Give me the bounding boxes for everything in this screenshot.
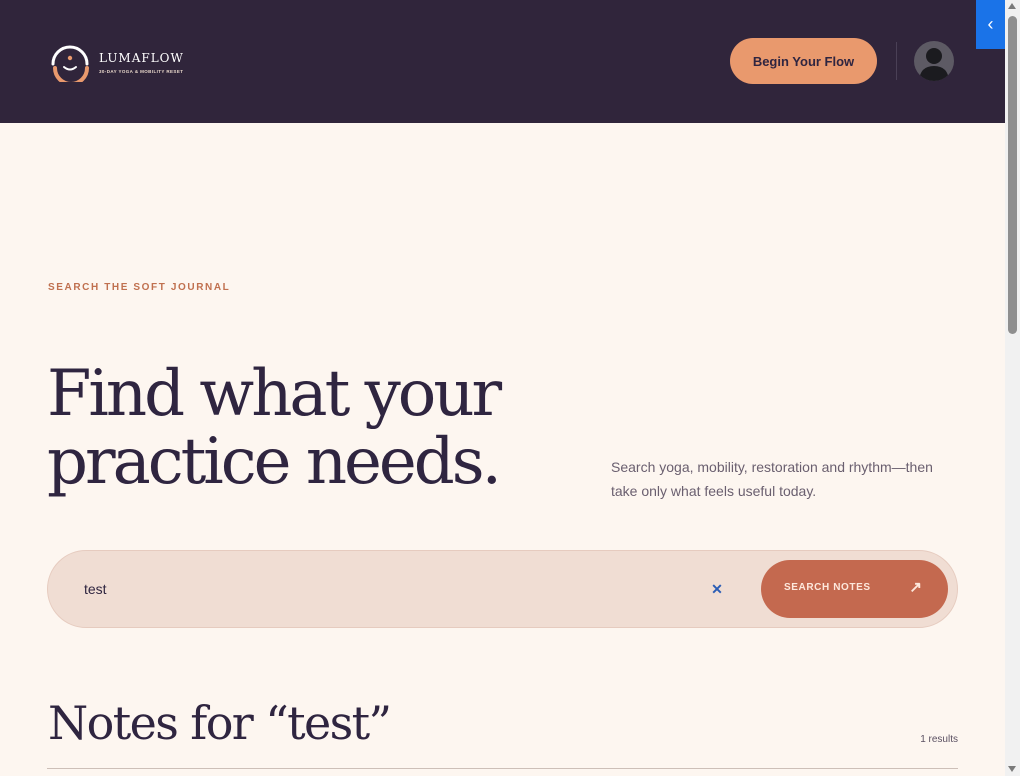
chevron-left-icon: ‹ <box>987 14 994 34</box>
headline-line-2: practice needs. <box>47 425 502 499</box>
brand-text: LUMAFLOW 30-DAY YOGA & MOBILITY RESET <box>99 51 184 74</box>
hero-eyebrow: SEARCH THE SOFT JOURNAL <box>48 282 231 293</box>
page-scrollbar[interactable] <box>1005 0 1020 776</box>
headline-line-1: Find what your <box>47 357 502 431</box>
hero-headline: Find what your practice needs. <box>47 357 502 499</box>
logo-mark-icon <box>51 45 89 82</box>
results-count: 1 results <box>920 734 958 745</box>
arrow-up-right-icon: ↗ <box>909 579 922 596</box>
person-icon <box>919 48 949 81</box>
scroll-down-arrow-icon[interactable] <box>1008 766 1016 772</box>
side-panel-toggle[interactable]: ‹ <box>976 0 1005 49</box>
scroll-up-arrow-icon[interactable] <box>1008 3 1016 9</box>
search-input[interactable] <box>84 577 684 601</box>
brand-tagline: 30-DAY YOGA & MOBILITY RESET <box>99 68 184 74</box>
hero-subcopy: Search yoga, mobility, restoration and r… <box>611 459 933 499</box>
results-divider <box>47 768 958 769</box>
site-header: LUMAFLOW 30-DAY YOGA & MOBILITY RESET Be… <box>0 0 1005 123</box>
clear-search-icon[interactable]: ✕ <box>707 577 727 601</box>
search-notes-label: SEARCH NOTES <box>784 582 871 593</box>
search-bar: ✕ SEARCH NOTES ↗ <box>47 550 958 628</box>
header-divider <box>896 42 897 80</box>
brand-name: LUMAFLOW <box>99 50 184 65</box>
results-title: Notes for “test” <box>48 696 392 750</box>
user-avatar[interactable] <box>914 41 954 81</box>
brand-logo[interactable]: LUMAFLOW 30-DAY YOGA & MOBILITY RESET <box>49 42 184 82</box>
scrollbar-thumb[interactable] <box>1008 16 1017 334</box>
begin-your-flow-button[interactable]: Begin Your Flow <box>730 38 877 84</box>
search-notes-button[interactable]: SEARCH NOTES ↗ <box>761 560 948 618</box>
